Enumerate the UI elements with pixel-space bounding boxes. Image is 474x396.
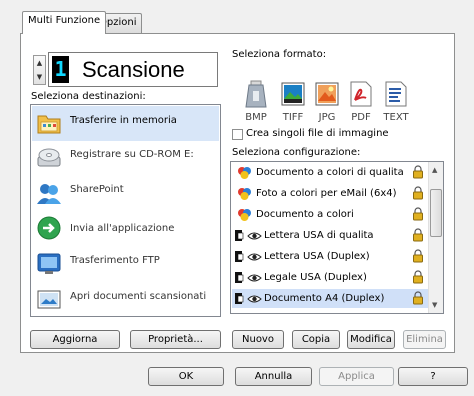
- sharepoint-icon: [37, 184, 61, 204]
- destination-item-sharepoint[interactable]: SharePoint: [32, 176, 219, 211]
- lock-icon: [413, 249, 423, 263]
- lock-icon: [413, 207, 423, 221]
- color-document-icon: [238, 188, 251, 200]
- scroll-down-icon[interactable]: ▼: [432, 301, 437, 309]
- jpg-icon: [315, 82, 339, 106]
- format-tiff[interactable]: TIFF: [277, 79, 309, 124]
- scan-display: 1 Scansione: [48, 52, 218, 87]
- apply-button[interactable]: Applica: [319, 367, 394, 386]
- delete-button[interactable]: Elimina: [403, 330, 446, 349]
- destination-label: Invia all'applicazione: [70, 223, 175, 234]
- destination-item-ftp[interactable]: Trasferimento FTP: [32, 247, 219, 282]
- configuration-item[interactable]: Documento a colori: [232, 205, 428, 224]
- configuration-item-selected[interactable]: Documento A4 (Duplex): [232, 289, 428, 308]
- tiff-icon: [281, 82, 305, 106]
- folder-icon: [37, 115, 61, 134]
- lock-icon: [413, 291, 423, 305]
- spinner-up-icon[interactable]: ▲: [34, 56, 45, 70]
- lock-icon: [413, 165, 423, 179]
- refresh-button[interactable]: Aggiorna: [30, 330, 120, 349]
- scan-title: Scansione: [82, 57, 185, 82]
- format-jpg[interactable]: JPG: [311, 79, 343, 124]
- configuration-label-text: Documento a colori di qualita: [256, 167, 404, 178]
- destination-label: Trasferire in memoria: [70, 115, 177, 126]
- edit-button[interactable]: Modifica: [347, 330, 395, 349]
- cd-rom-icon: [37, 148, 61, 167]
- copy-button[interactable]: Copia: [292, 330, 340, 349]
- send-to-app-icon: [37, 216, 61, 240]
- new-button[interactable]: Nuovo: [232, 330, 284, 349]
- configuration-label: Seleziona configurazione:: [232, 147, 361, 158]
- ftp-icon: [37, 253, 61, 274]
- tab-multi-function[interactable]: Multi Funzione: [22, 11, 107, 34]
- scan-spinner[interactable]: ▲ ▼: [33, 55, 46, 85]
- spinner-down-icon[interactable]: ▼: [34, 70, 45, 84]
- configuration-label-text: Legale USA (Duplex): [264, 272, 367, 283]
- configuration-label-text: Lettera USA di qualita: [264, 230, 374, 241]
- lock-icon: [413, 270, 423, 284]
- destinations-label: Seleziona destinazioni:: [31, 91, 146, 102]
- format-label-text: PDF: [351, 112, 371, 123]
- eye-icon: [247, 232, 262, 240]
- configuration-scrollbar[interactable]: ▲ ▼: [428, 162, 443, 313]
- destination-item-open-documents[interactable]: Apri documenti scansionati: [32, 283, 219, 316]
- format-label-text: JPG: [318, 112, 336, 123]
- eye-icon: [247, 274, 262, 282]
- pdf-icon: [350, 81, 372, 107]
- configuration-list: Documento a colori di qualita Foto a col…: [230, 161, 444, 314]
- format-label-text: TEXT: [383, 112, 409, 123]
- scrollbar-thumb[interactable]: [430, 189, 442, 237]
- help-button[interactable]: ?: [398, 367, 468, 386]
- destination-label: Apri documenti scansionati: [70, 291, 207, 302]
- format-text[interactable]: TEXT: [380, 79, 412, 124]
- configuration-item[interactable]: Lettera USA (Duplex): [232, 247, 428, 266]
- eye-icon: [247, 253, 262, 261]
- configuration-item[interactable]: Foto a colori per eMail (6x4): [232, 184, 428, 203]
- color-document-icon: [238, 167, 251, 179]
- destination-item-memory[interactable]: Trasferire in memoria: [32, 106, 219, 141]
- color-document-icon: [238, 209, 251, 221]
- destination-item-send-to-app[interactable]: Invia all'applicazione: [32, 211, 219, 246]
- configuration-item[interactable]: Documento a colori di qualita: [232, 163, 428, 182]
- format-pdf[interactable]: PDF: [345, 79, 377, 124]
- format-bmp[interactable]: BMP: [240, 79, 272, 124]
- ok-button[interactable]: OK: [148, 367, 224, 386]
- scan-number: 1: [52, 56, 69, 83]
- format-label-text: TIFF: [282, 112, 304, 123]
- configuration-item[interactable]: Lettera USA di qualita: [232, 226, 428, 245]
- configuration-item[interactable]: Legale USA (Duplex): [232, 268, 428, 287]
- destination-label: Registrare su CD-ROM E:: [70, 149, 194, 160]
- cancel-button[interactable]: Annulla: [235, 367, 312, 386]
- eye-icon: [247, 295, 262, 303]
- format-label-text: BMP: [245, 112, 267, 123]
- properties-button[interactable]: Proprietà...: [130, 330, 221, 349]
- destination-item-cd-rom[interactable]: Registrare su CD-ROM E:: [32, 141, 219, 176]
- configuration-label-text: Foto a colori per eMail (6x4): [256, 188, 397, 199]
- text-icon: [385, 81, 407, 107]
- configuration-label-text: Documento A4 (Duplex): [264, 293, 385, 304]
- open-document-icon: [37, 290, 61, 309]
- separate-files-checkbox[interactable]: [232, 129, 243, 140]
- destination-label: Trasferimento FTP: [70, 255, 160, 266]
- configuration-label-text: Documento a colori: [256, 209, 354, 220]
- lock-icon: [413, 186, 423, 200]
- scroll-up-icon[interactable]: ▲: [432, 166, 437, 174]
- lock-icon: [413, 228, 423, 242]
- format-label: Seleziona formato:: [232, 49, 327, 60]
- separate-files-label: Crea singoli file di immagine: [246, 128, 389, 139]
- bmp-icon: [245, 80, 267, 108]
- destinations-list: Trasferire in memoria Registrare su CD-R…: [30, 104, 221, 317]
- destination-label: SharePoint: [70, 184, 124, 195]
- configuration-label-text: Lettera USA (Duplex): [264, 251, 370, 262]
